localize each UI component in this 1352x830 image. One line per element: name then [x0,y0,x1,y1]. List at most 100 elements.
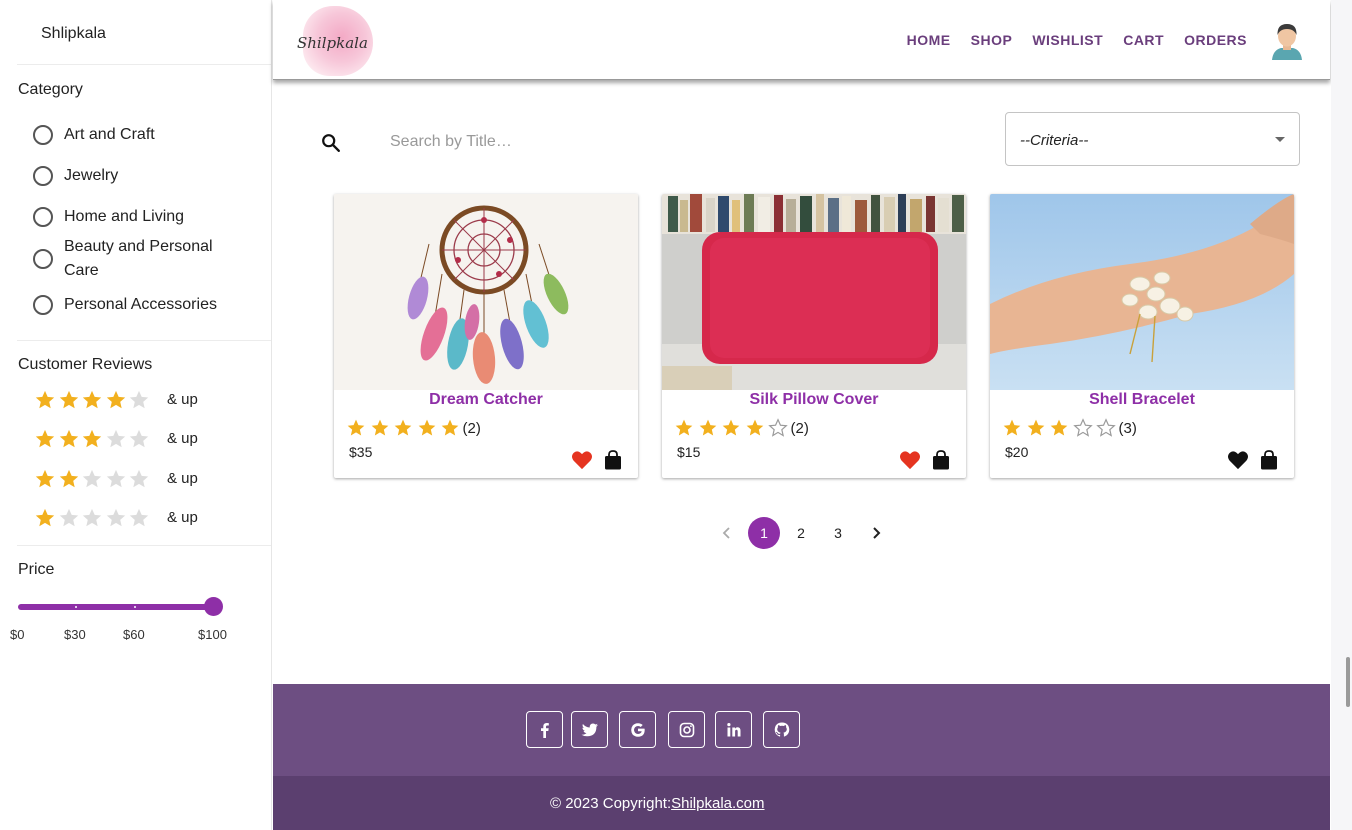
review-filter-1-star[interactable]: & up [34,507,198,529]
review-filter-label: & up [167,430,198,447]
category-option-art-and-craft[interactable]: Art and Craft [33,123,234,147]
review-filter-label: & up [167,509,198,526]
instagram-link[interactable] [668,711,705,748]
star-filled-icon [35,508,55,527]
github-icon [774,722,789,737]
star-filled-icon [675,419,693,436]
product-card-silk-pillow-cover[interactable]: Silk Pillow Cover (2) $15 [662,194,966,478]
product-title[interactable]: Shell Bracelet [990,391,1294,409]
wishlist-heart-icon[interactable] [1227,450,1249,470]
product-title[interactable]: Dream Catcher [334,391,638,409]
product-rating: (3) [1002,418,1137,438]
main-nav: HOME SHOP WISHLIST CART ORDERS [907,0,1330,80]
star-filled-icon [35,390,55,409]
star-filled-icon [82,429,102,448]
github-link[interactable] [763,711,800,748]
product-price: $35 [349,444,373,460]
category-option-jewelry[interactable]: Jewelry [33,164,234,188]
chevron-right-icon[interactable] [866,524,886,542]
price-title: Price [18,561,55,578]
star-empty-icon [1096,418,1116,437]
facebook-link[interactable] [526,711,563,748]
star-filled-icon [347,419,365,436]
star-empty-icon [82,508,102,527]
product-card-dream-catcher[interactable]: Dream Catcher (2) $35 [334,194,638,478]
nav-shop[interactable]: SHOP [971,32,1013,48]
price-slider-mark [134,606,136,608]
star-filled-icon [106,390,125,409]
top-navbar: Shilpkala HOME SHOP WISHLIST CART ORDERS [273,0,1330,80]
add-to-cart-bag-icon[interactable] [1260,450,1278,470]
search-icon[interactable] [320,132,342,154]
footer-social-bar [273,684,1330,776]
star-empty-icon [106,508,125,527]
page-button-3[interactable]: 3 [822,517,854,549]
review-filter-3-stars[interactable]: & up [34,428,198,450]
star-filled-icon [35,469,55,488]
star-empty-icon [106,469,125,488]
product-card-shell-bracelet[interactable]: Shell Bracelet (3) $20 [990,194,1294,478]
review-filter-4-stars[interactable]: & up [34,389,198,411]
page-button-1[interactable]: 1 [748,517,780,549]
price-slider[interactable] [18,597,224,616]
star-filled-icon [59,390,78,409]
user-avatar-icon[interactable] [1267,20,1307,60]
wishlist-heart-icon[interactable] [571,450,593,470]
page-button-2[interactable]: 2 [785,517,817,549]
price-mark-label: $30 [64,627,86,642]
category-option-home-and-living[interactable]: Home and Living [33,205,234,229]
price-slider-track[interactable] [18,604,214,610]
divider [17,64,271,65]
nav-orders[interactable]: ORDERS [1184,32,1247,48]
wishlist-heart-icon[interactable] [899,450,921,470]
shilpkala-logo[interactable]: Shilpkala [295,4,375,80]
star-filled-icon [1003,419,1021,436]
star-empty-icon [1072,418,1093,437]
add-to-cart-bag-icon[interactable] [932,450,950,470]
price-slider-mark [75,606,77,608]
nav-wishlist[interactable]: WISHLIST [1032,32,1103,48]
product-image-shell-bracelet[interactable] [990,194,1294,390]
category-option-beauty-and-personal-care[interactable]: Beauty and Personal Care [33,235,234,283]
add-to-cart-bag-icon[interactable] [604,450,622,470]
page-scrollbar-thumb[interactable] [1346,657,1350,707]
search-input[interactable] [380,126,680,158]
nav-home[interactable]: HOME [907,32,951,48]
nav-cart[interactable]: CART [1123,32,1164,48]
radio-icon[interactable] [33,295,53,315]
price-mark-label: $100 [198,627,227,642]
instagram-icon [679,722,694,737]
chevron-left-icon[interactable] [717,524,737,542]
product-image-silk-pillow-cover[interactable] [662,194,966,390]
radio-icon[interactable] [33,207,53,227]
review-count: (2) [462,419,481,437]
radio-icon[interactable] [33,166,53,186]
google-icon [630,722,645,737]
category-option-personal-accessories[interactable]: Personal Accessories [33,293,234,317]
linkedin-link[interactable] [715,711,752,748]
twitter-link[interactable] [571,711,608,748]
star-empty-icon [129,429,149,448]
review-filter-2-stars[interactable]: & up [34,468,198,490]
category-label: Home and Living [64,208,185,225]
star-filled-icon [746,419,763,436]
radio-icon[interactable] [33,249,53,269]
category-label: Beauty and Personal Care [64,238,213,279]
footer-copyright-bar [273,776,1330,830]
filter-sidebar: Shlipkala Category Art and Craft Jewelry… [0,0,272,830]
price-slider-thumb[interactable] [204,597,223,616]
product-price: $20 [1005,444,1029,460]
copyright-site-link[interactable]: Shilpkala.com [671,795,764,812]
google-link[interactable] [619,711,656,748]
review-filter-label: & up [167,391,198,408]
reviews-title: Customer Reviews [18,356,153,373]
product-image-dream-catcher[interactable] [334,194,638,390]
radio-icon[interactable] [33,125,53,145]
product-price: $15 [677,444,701,460]
star-empty-icon [129,508,149,527]
dropdown-arrow-icon[interactable] [1275,137,1285,142]
product-title[interactable]: Silk Pillow Cover [662,391,966,409]
product-rating: (2) [346,418,481,438]
star-filled-icon [418,419,435,436]
criteria-select[interactable]: --Criteria-- [1005,112,1300,166]
